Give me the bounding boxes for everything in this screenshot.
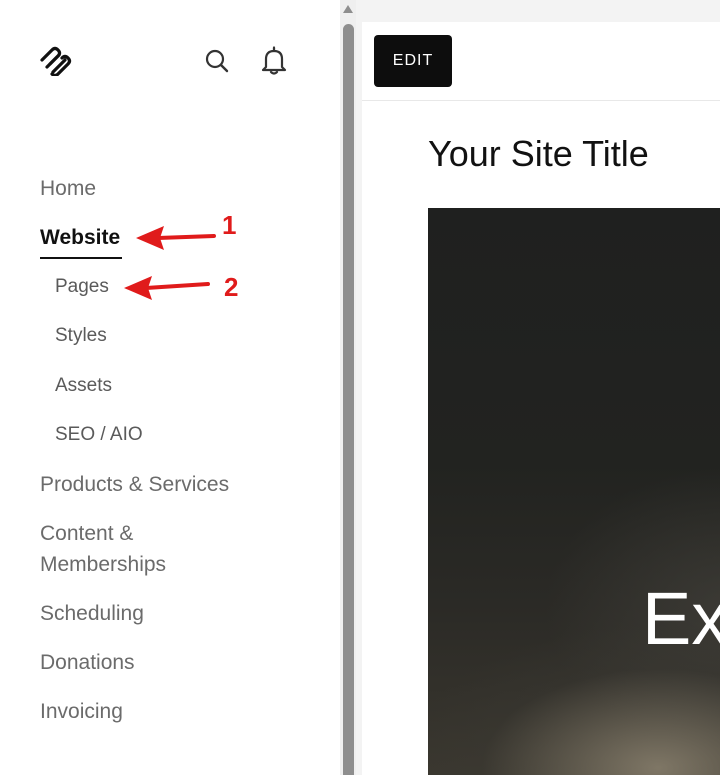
nav-assets[interactable]: Assets — [55, 372, 112, 400]
squarespace-logo-icon[interactable] — [38, 46, 74, 78]
bell-icon[interactable] — [259, 46, 289, 76]
scroll-up-arrow-icon[interactable] — [342, 2, 354, 16]
scrollbar-thumb[interactable] — [343, 24, 354, 775]
search-icon[interactable] — [202, 46, 232, 76]
nav-donations[interactable]: Donations — [40, 647, 135, 678]
edit-button[interactable]: EDIT — [374, 35, 452, 87]
nav-invoicing[interactable]: Invoicing — [40, 696, 123, 727]
sidebar: Home Website Pages Styles Assets SEO / A… — [0, 0, 340, 775]
nav-styles[interactable]: Styles — [55, 322, 107, 350]
nav-content-line1: Content & — [40, 522, 134, 545]
annotation-label-2: 2 — [224, 272, 239, 302]
hero-heading: Ex — [642, 577, 720, 660]
annotation-label-1: 1 — [222, 210, 237, 240]
annotation-arrow-2 — [124, 276, 210, 300]
toolbar-divider — [362, 100, 720, 101]
nav-content-line2: Memberships — [40, 553, 167, 576]
nav-scheduling[interactable]: Scheduling — [40, 598, 144, 629]
site-title[interactable]: Your Site Title — [428, 133, 649, 175]
nav-products-services[interactable]: Products & Services — [40, 469, 229, 500]
nav-pages[interactable]: Pages — [55, 273, 109, 301]
nav-website[interactable]: Website — [40, 222, 123, 259]
nav-seo[interactable]: SEO / AIO — [55, 421, 143, 449]
hero-image[interactable]: Ex — [428, 208, 720, 775]
nav-home[interactable]: Home — [40, 173, 96, 204]
annotation-arrow-1 — [136, 226, 216, 250]
